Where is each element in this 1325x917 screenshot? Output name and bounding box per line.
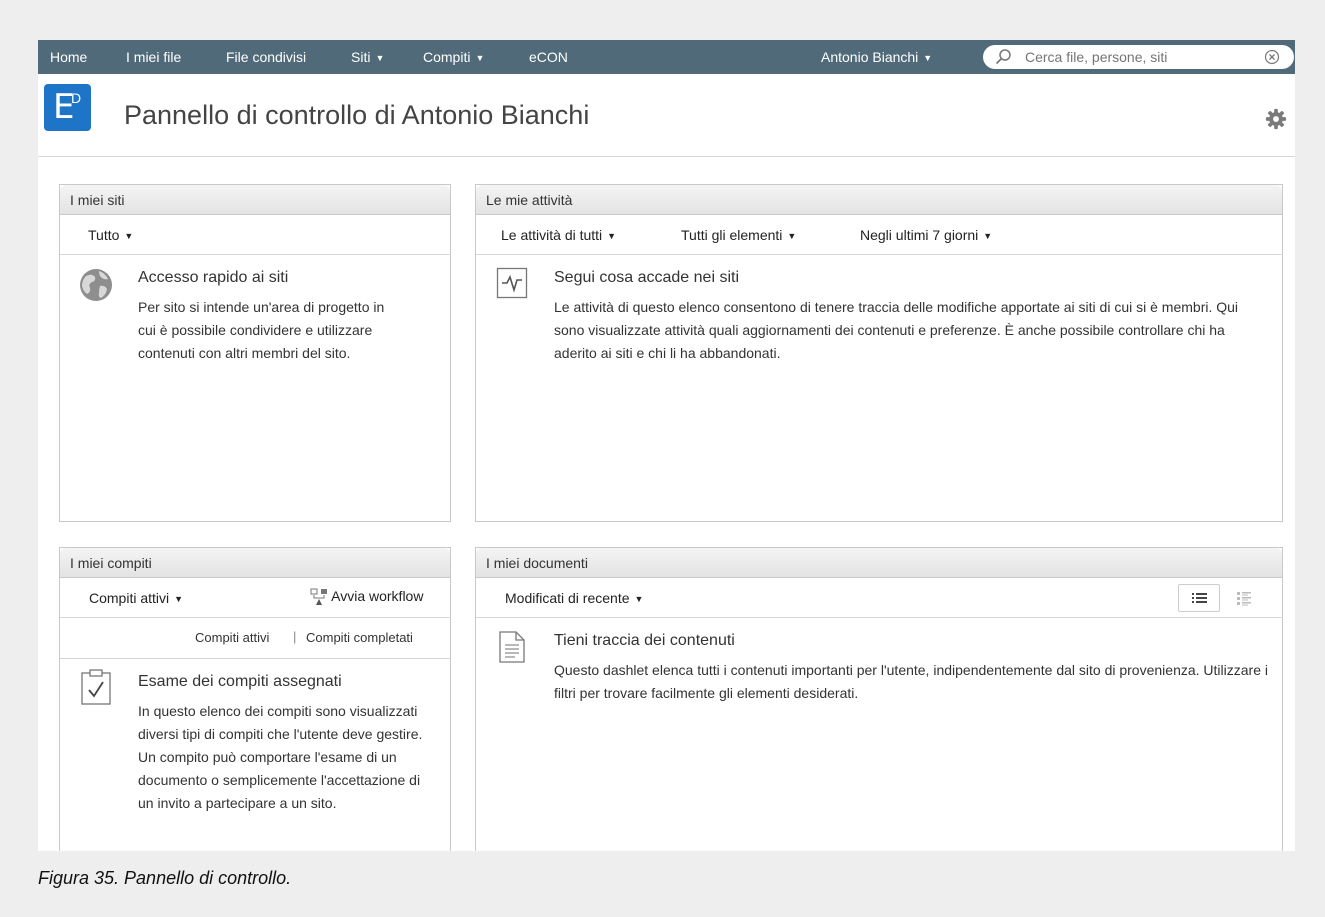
documents-description: Questo dashlet elenca tutti i contenuti … <box>554 662 1268 701</box>
figure-caption: Figura 35. Pannello di controllo. <box>38 868 292 888</box>
activities-toolbar: Le attività di tutti ▼ Tutti gli elementi… <box>476 215 1282 255</box>
caret-down-icon: ▼ <box>124 231 134 242</box>
nav-sites[interactable]: Siti ▼ <box>351 40 384 74</box>
activity-icon <box>496 267 528 299</box>
my-sites-toolbar: Tutto ▼ <box>60 215 450 255</box>
tasks-filter-label: Compiti attivi <box>89 590 170 606</box>
start-workflow-label: Avvia workflow <box>331 588 424 604</box>
my-documents-dashlet: I miei documenti Modificati di recente ▼ <box>475 547 1283 851</box>
caret-down-icon: ▼ <box>923 53 933 64</box>
activities-heading: Segui cosa accade nei siti <box>554 269 739 286</box>
caret-down-icon: ▼ <box>787 231 797 242</box>
sites-filter-label: Tutto <box>88 227 120 243</box>
documents-toolbar: Modificati di recente ▼ <box>476 578 1282 618</box>
nav-home[interactable]: Home <box>50 40 87 74</box>
activities-what-label: Tutti gli elementi <box>681 227 783 243</box>
caret-down-icon: ▼ <box>983 231 993 242</box>
document-icon <box>499 631 525 663</box>
page-title: Pannello di controllo di Antonio Bianchi <box>124 100 590 130</box>
dashboard-window: Home I miei file File condivisi Siti ▼ Co… <box>38 40 1295 851</box>
tasks-links-bar: Compiti attivi | Compiti completati <box>60 618 450 659</box>
documents-filter-dropdown[interactable]: Modificati di recente ▼ <box>505 590 643 606</box>
sites-filter-dropdown[interactable]: Tutto ▼ <box>88 227 133 243</box>
activities-when-dropdown[interactable]: Negli ultimi 7 giorni ▼ <box>860 227 992 243</box>
nav-user-name: Antonio Bianchi <box>821 49 919 65</box>
nav-user-menu[interactable]: Antonio Bianchi ▼ <box>821 40 932 74</box>
nav-econ[interactable]: eCON <box>529 40 568 74</box>
globe-icon <box>80 269 112 301</box>
activities-description: Le attività di questo elenco consentono … <box>554 299 1239 361</box>
completed-tasks-link[interactable]: Compiti completati <box>306 630 413 645</box>
activities-when-label: Negli ultimi 7 giorni <box>860 227 979 243</box>
sites-description: Per sito si intende un'area di progetto … <box>138 299 385 361</box>
search-icon <box>995 49 1011 65</box>
active-tasks-link[interactable]: Compiti attivi <box>195 630 269 645</box>
list-icon <box>1192 593 1207 603</box>
my-sites-dashlet: I miei siti Tutto ▼ Accesso rapido ai sit… <box>59 184 451 522</box>
app-logo: E D <box>44 84 91 131</box>
my-tasks-title: I miei compiti <box>60 548 450 578</box>
dashboard-header: E D Pannello di controllo di Antonio Bia… <box>38 74 1295 157</box>
activities-who-label: Le attività di tutti <box>501 227 603 243</box>
caret-down-icon: ▼ <box>607 231 617 242</box>
nav-tasks-label: Compiti <box>423 49 471 65</box>
my-tasks-dashlet: I miei compiti Compiti attivi ▼ Avvia wor… <box>59 547 451 851</box>
start-workflow-button[interactable]: Avvia workflow <box>310 588 423 606</box>
clear-search-icon[interactable] <box>1264 49 1280 65</box>
nav-shared-files[interactable]: File condivisi <box>226 40 306 74</box>
logo-superscript: D <box>71 90 82 106</box>
tasks-heading: Esame dei compiti assegnati <box>138 673 342 690</box>
tasks-toolbar: Compiti attivi ▼ Avvia workflow <box>60 578 450 618</box>
nav-my-files[interactable]: I miei file <box>126 40 181 74</box>
activities-what-dropdown[interactable]: Tutti gli elementi ▼ <box>681 227 796 243</box>
clipboard-check-icon <box>81 669 111 705</box>
simple-view-button[interactable] <box>1178 584 1220 612</box>
detailed-list-icon <box>1237 592 1251 606</box>
search-input[interactable] <box>1025 48 1245 66</box>
caret-down-icon: ▼ <box>375 53 385 64</box>
activities-who-dropdown[interactable]: Le attività di tutti ▼ <box>501 227 616 243</box>
caret-down-icon: ▼ <box>475 53 485 64</box>
detailed-view-button[interactable] <box>1226 584 1262 612</box>
my-documents-title: I miei documenti <box>476 548 1282 578</box>
tasks-filter-dropdown[interactable]: Compiti attivi ▼ <box>89 590 183 606</box>
search-box <box>983 45 1294 69</box>
top-nav-bar: Home I miei file File condivisi Siti ▼ Co… <box>38 40 1295 74</box>
nav-sites-label: Siti <box>351 49 371 65</box>
links-separator: | <box>293 629 297 644</box>
my-sites-title: I miei siti <box>60 185 450 215</box>
caret-down-icon: ▼ <box>634 594 644 605</box>
sites-heading: Accesso rapido ai siti <box>138 269 289 286</box>
tasks-description: In questo elenco dei compiti sono visual… <box>138 703 423 811</box>
my-activities-title: Le mie attività <box>476 185 1282 215</box>
caret-down-icon: ▼ <box>174 594 184 605</box>
workflow-icon <box>310 588 327 606</box>
documents-heading: Tieni traccia dei contenuti <box>554 632 735 649</box>
nav-tasks[interactable]: Compiti ▼ <box>423 40 484 74</box>
documents-filter-label: Modificati di recente <box>505 590 630 606</box>
my-activities-dashlet: Le mie attività Le attività di tutti ▼ Tu… <box>475 184 1283 522</box>
gear-icon[interactable] <box>1265 108 1287 130</box>
